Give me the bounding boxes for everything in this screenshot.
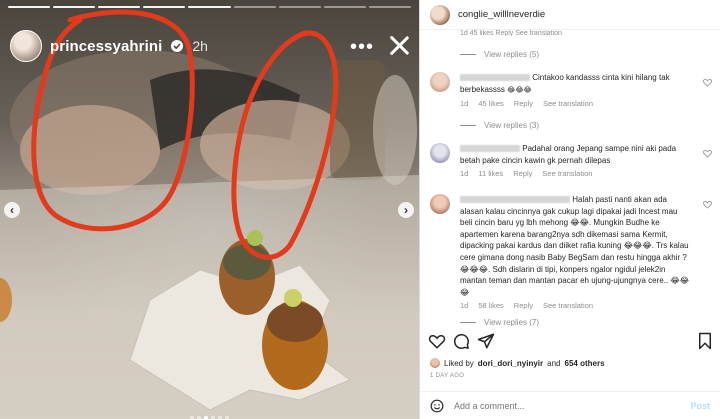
story-progress-bars xyxy=(8,6,411,8)
view-replies-label: View replies (3) xyxy=(484,121,539,130)
story-progress-segment xyxy=(143,6,186,8)
story-progress-segment xyxy=(278,6,321,8)
like-heart-icon[interactable] xyxy=(703,149,712,158)
next-arrow-icon[interactable]: › xyxy=(398,202,414,218)
liker-avatar[interactable] xyxy=(430,358,440,368)
story-progress-segment xyxy=(368,6,411,8)
commenter-name-blurred[interactable] xyxy=(460,145,520,153)
story-photo-scene xyxy=(0,9,419,419)
view-replies-label: View replies (5) xyxy=(484,50,539,59)
comment-age: 1d xyxy=(460,301,469,311)
story-username[interactable]: princessyahrini xyxy=(50,38,162,55)
like-heart-icon[interactable] xyxy=(703,78,712,87)
add-comment-input[interactable] xyxy=(454,400,681,411)
liked-by-and: and xyxy=(547,358,561,368)
story-progress-segment xyxy=(8,6,51,8)
replies-dash xyxy=(460,54,476,55)
verified-badge-icon xyxy=(171,40,184,52)
story-media: princessyahrini 2h ••• ‹ › xyxy=(0,0,419,419)
post-author-username[interactable]: conglie_willlneverdie xyxy=(458,9,545,20)
reply-button[interactable]: Reply xyxy=(514,99,533,108)
more-options-icon[interactable]: ••• xyxy=(350,36,374,59)
heart-icon[interactable] xyxy=(428,332,446,350)
comment-likes[interactable]: 45 likes xyxy=(478,99,503,108)
reply-button[interactable]: Reply xyxy=(513,169,532,178)
commenter-name-blurred[interactable] xyxy=(460,196,570,204)
comment-emoji: 😂😂😂 xyxy=(507,86,532,94)
comment-age: 1d xyxy=(460,169,469,179)
post-comment-button[interactable]: Post xyxy=(690,401,710,411)
emoji-icon[interactable] xyxy=(430,399,444,413)
post-header: conglie_willlneverdie xyxy=(420,0,720,30)
view-replies-label: View replies (7) xyxy=(484,318,539,326)
comment-likes[interactable]: 58 likes xyxy=(478,301,503,310)
like-heart-icon[interactable] xyxy=(703,200,712,209)
liker-username[interactable]: dori_dori_nyinyir xyxy=(478,359,543,368)
commenter-avatar[interactable] xyxy=(430,143,450,163)
story-header: princessyahrini 2h xyxy=(10,30,208,62)
post-author-avatar[interactable] xyxy=(430,4,450,25)
see-translation-button[interactable]: See translation xyxy=(543,99,593,108)
story-progress-segment xyxy=(53,6,96,8)
see-translation-button[interactable]: See translation xyxy=(543,301,593,310)
likes-summary: Liked by dori_dori_nyinyir and 654 other… xyxy=(430,358,605,368)
comments-panel: conglie_willlneverdie 1d 45 likes Reply … xyxy=(419,0,720,419)
story-avatar[interactable] xyxy=(10,30,42,62)
commenter-name-blurred[interactable] xyxy=(460,74,530,82)
comment-item: Halah pasti nanti akan ada alasan kalau … xyxy=(430,194,712,314)
comment-item: Padahal orang Jepang sampe nini aki pada… xyxy=(430,143,712,191)
previous-arrow-icon[interactable]: ‹ xyxy=(4,202,20,218)
comment-item: Cintakoo kandasss cinta kini hilang tak … xyxy=(430,72,712,112)
carousel-dots xyxy=(0,407,419,419)
commenter-avatar[interactable] xyxy=(430,194,450,214)
replies-dash xyxy=(460,125,476,126)
view-replies-button[interactable]: View replies (5) xyxy=(460,50,539,59)
liked-by-prefix: Liked by xyxy=(444,358,474,368)
hand-left xyxy=(20,105,160,195)
comments-list[interactable]: 1d 45 likes Reply See translation View r… xyxy=(420,30,720,326)
save-bookmark-icon[interactable] xyxy=(696,332,714,350)
view-replies-button[interactable]: View replies (7) xyxy=(460,318,539,326)
comment-likes[interactable]: 11 likes xyxy=(478,169,503,178)
comment-age: 1d xyxy=(460,99,469,109)
share-icon[interactable] xyxy=(477,332,495,350)
commenter-avatar[interactable] xyxy=(430,72,450,92)
see-translation-button[interactable]: See translation xyxy=(542,169,592,178)
story-progress-segment xyxy=(323,6,366,8)
comment-text: Halah pasti nanti akan ada alasan kalau … xyxy=(460,195,690,297)
likes-others-count[interactable]: 654 others xyxy=(565,359,605,368)
add-comment-bar: Post xyxy=(420,391,720,419)
cut-off-comment-meta: 1d 45 likes Reply See translation xyxy=(460,30,562,36)
view-replies-button[interactable]: View replies (3) xyxy=(460,121,539,130)
post-date: 1 DAY AGO xyxy=(430,373,465,379)
story-progress-segment xyxy=(233,6,276,8)
story-progress-segment xyxy=(98,6,141,8)
post-actions-bar xyxy=(420,332,720,354)
story-timestamp: 2h xyxy=(192,38,208,54)
comment-icon[interactable] xyxy=(452,332,470,350)
close-icon[interactable] xyxy=(388,34,410,56)
reply-button[interactable]: Reply xyxy=(514,301,533,310)
story-progress-segment xyxy=(188,6,231,8)
replies-dash xyxy=(460,321,476,323)
